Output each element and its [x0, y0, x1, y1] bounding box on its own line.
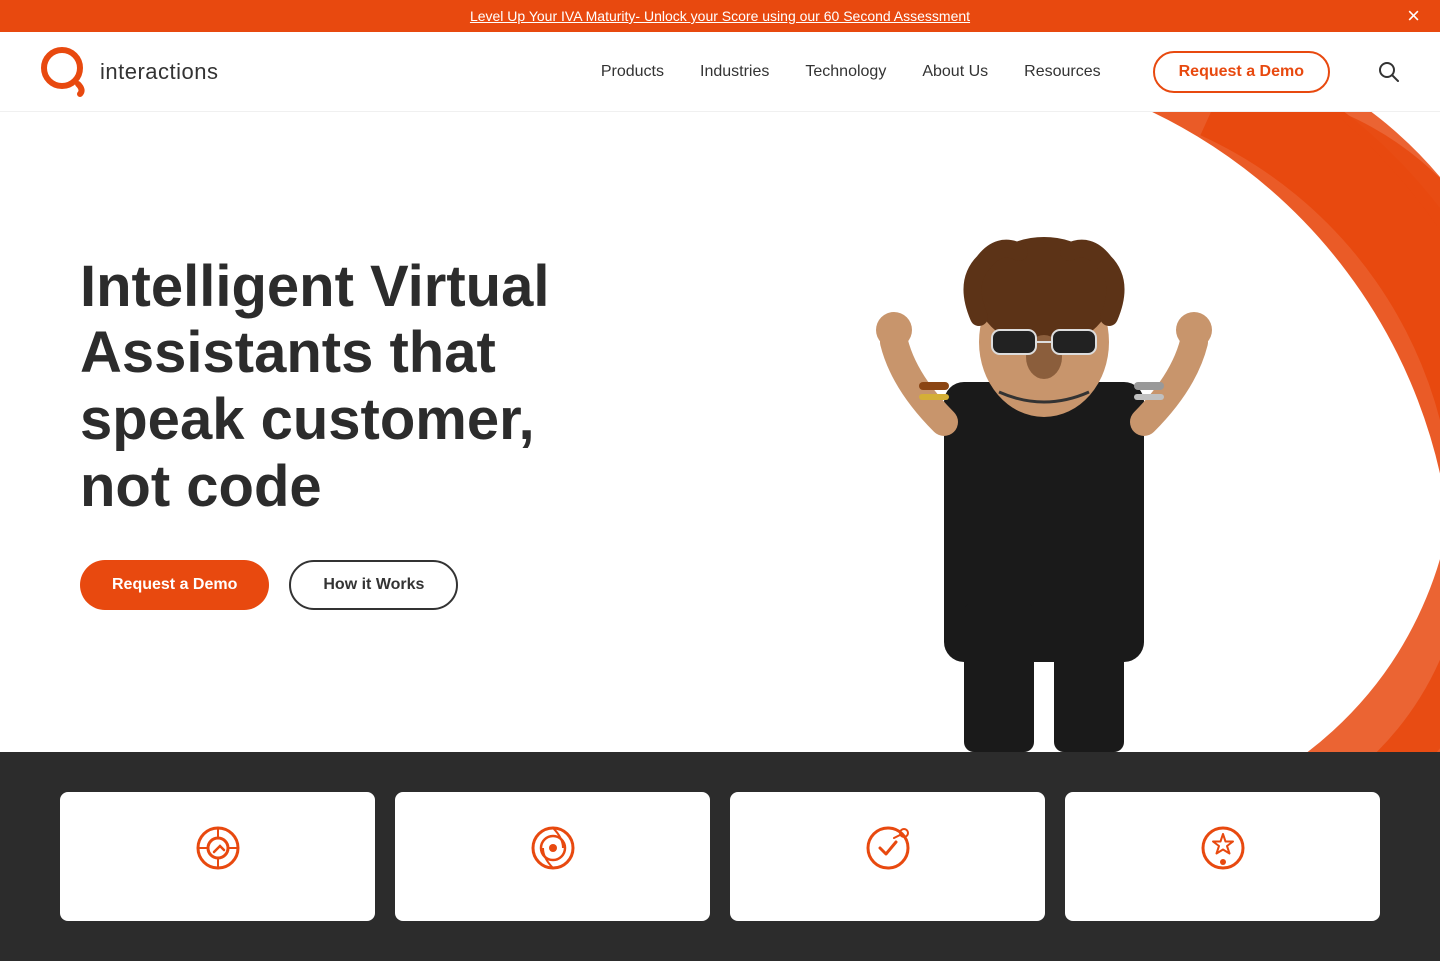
- hero-buttons: Request a Demo How it Works: [80, 560, 620, 610]
- search-icon: [1378, 61, 1400, 83]
- main-nav: Products Industries Technology About Us …: [601, 51, 1400, 93]
- card-icon-1: [194, 824, 242, 881]
- banner-link[interactable]: Level Up Your IVA Maturity- Unlock your …: [470, 8, 970, 24]
- nav-item-industries[interactable]: Industries: [700, 63, 769, 81]
- hero-request-demo-button[interactable]: Request a Demo: [80, 560, 269, 610]
- feature-card-2: [395, 792, 710, 921]
- nav-item-technology[interactable]: Technology: [805, 63, 886, 81]
- nav-item-products[interactable]: Products: [601, 63, 664, 81]
- feature-card-3: [730, 792, 1045, 921]
- logo[interactable]: interactions: [40, 46, 219, 98]
- bottom-section: [0, 752, 1440, 961]
- logo-icon: [40, 46, 92, 98]
- hero-title: Intelligent Virtual Assistants that spea…: [80, 254, 620, 521]
- nav-item-resources[interactable]: Resources: [1024, 63, 1100, 81]
- card-icon-2: [529, 824, 577, 881]
- header-request-demo-button[interactable]: Request a Demo: [1153, 51, 1330, 93]
- feature-card-4: [1065, 792, 1380, 921]
- hero-image-area: [648, 112, 1440, 752]
- feature-card-1: [60, 792, 375, 921]
- card-icon-4: [1199, 824, 1247, 881]
- card-icon-3: [864, 824, 912, 881]
- header: interactions Products Industries Technol…: [0, 32, 1440, 112]
- search-button[interactable]: [1378, 61, 1400, 83]
- logo-text: interactions: [100, 59, 219, 85]
- banner-close-button[interactable]: ×: [1407, 5, 1420, 27]
- hero-how-it-works-button[interactable]: How it Works: [289, 560, 458, 610]
- nav-item-about-us[interactable]: About Us: [922, 63, 988, 81]
- top-banner: Level Up Your IVA Maturity- Unlock your …: [0, 0, 1440, 32]
- hero-content: Intelligent Virtual Assistants that spea…: [0, 174, 700, 691]
- hero-person-image: [834, 182, 1254, 752]
- hero-section: Intelligent Virtual Assistants that spea…: [0, 112, 1440, 752]
